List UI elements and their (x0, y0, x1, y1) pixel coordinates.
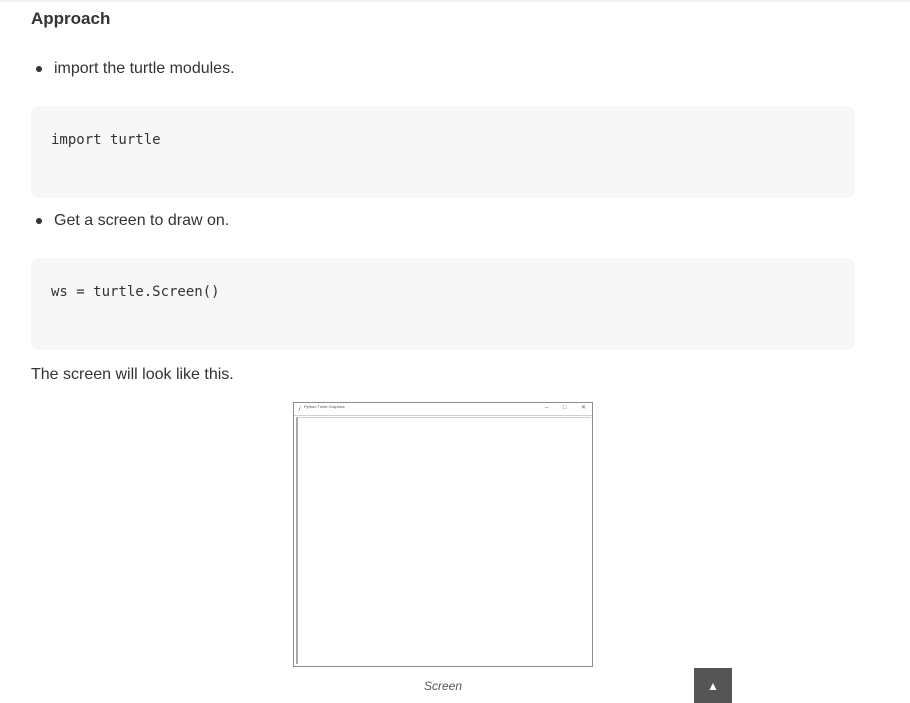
code-text[interactable]: ws = turtle.Screen() (51, 284, 220, 300)
list-item: Get a screen to draw on. (31, 212, 229, 230)
article-page: Approach import the turtle modules. impo… (0, 0, 910, 703)
turtle-canvas (296, 417, 591, 664)
bullet-dot (36, 218, 42, 224)
feather-icon (298, 405, 301, 412)
scroll-to-top-button[interactable]: ▲ (694, 668, 732, 703)
up-triangle-icon: ▲ (707, 678, 719, 693)
section-heading: Approach (31, 9, 111, 28)
code-block[interactable]: ws = turtle.Screen() (31, 258, 855, 350)
turtle-screen-figure: Python Turtle Graphics – □ ✕ (293, 402, 593, 667)
list-item: import the turtle modules. (31, 60, 235, 78)
window-title: Python Turtle Graphics (304, 404, 345, 409)
figure-caption: Screen (423, 679, 463, 693)
list-item-text: import the turtle modules. (54, 60, 235, 77)
window-titlebar: Python Turtle Graphics – □ ✕ (294, 403, 592, 416)
list-item-text: Get a screen to draw on. (54, 212, 230, 229)
paragraph-text: The screen will look like this. (31, 366, 234, 383)
close-icon: ✕ (581, 405, 587, 411)
bullet-dot (36, 66, 42, 72)
header-shadow (0, 0, 910, 3)
maximize-icon: □ (563, 405, 567, 411)
code-block[interactable]: import turtle (31, 106, 855, 198)
minimize-icon: – (545, 405, 549, 411)
code-text[interactable]: import turtle (51, 132, 161, 148)
